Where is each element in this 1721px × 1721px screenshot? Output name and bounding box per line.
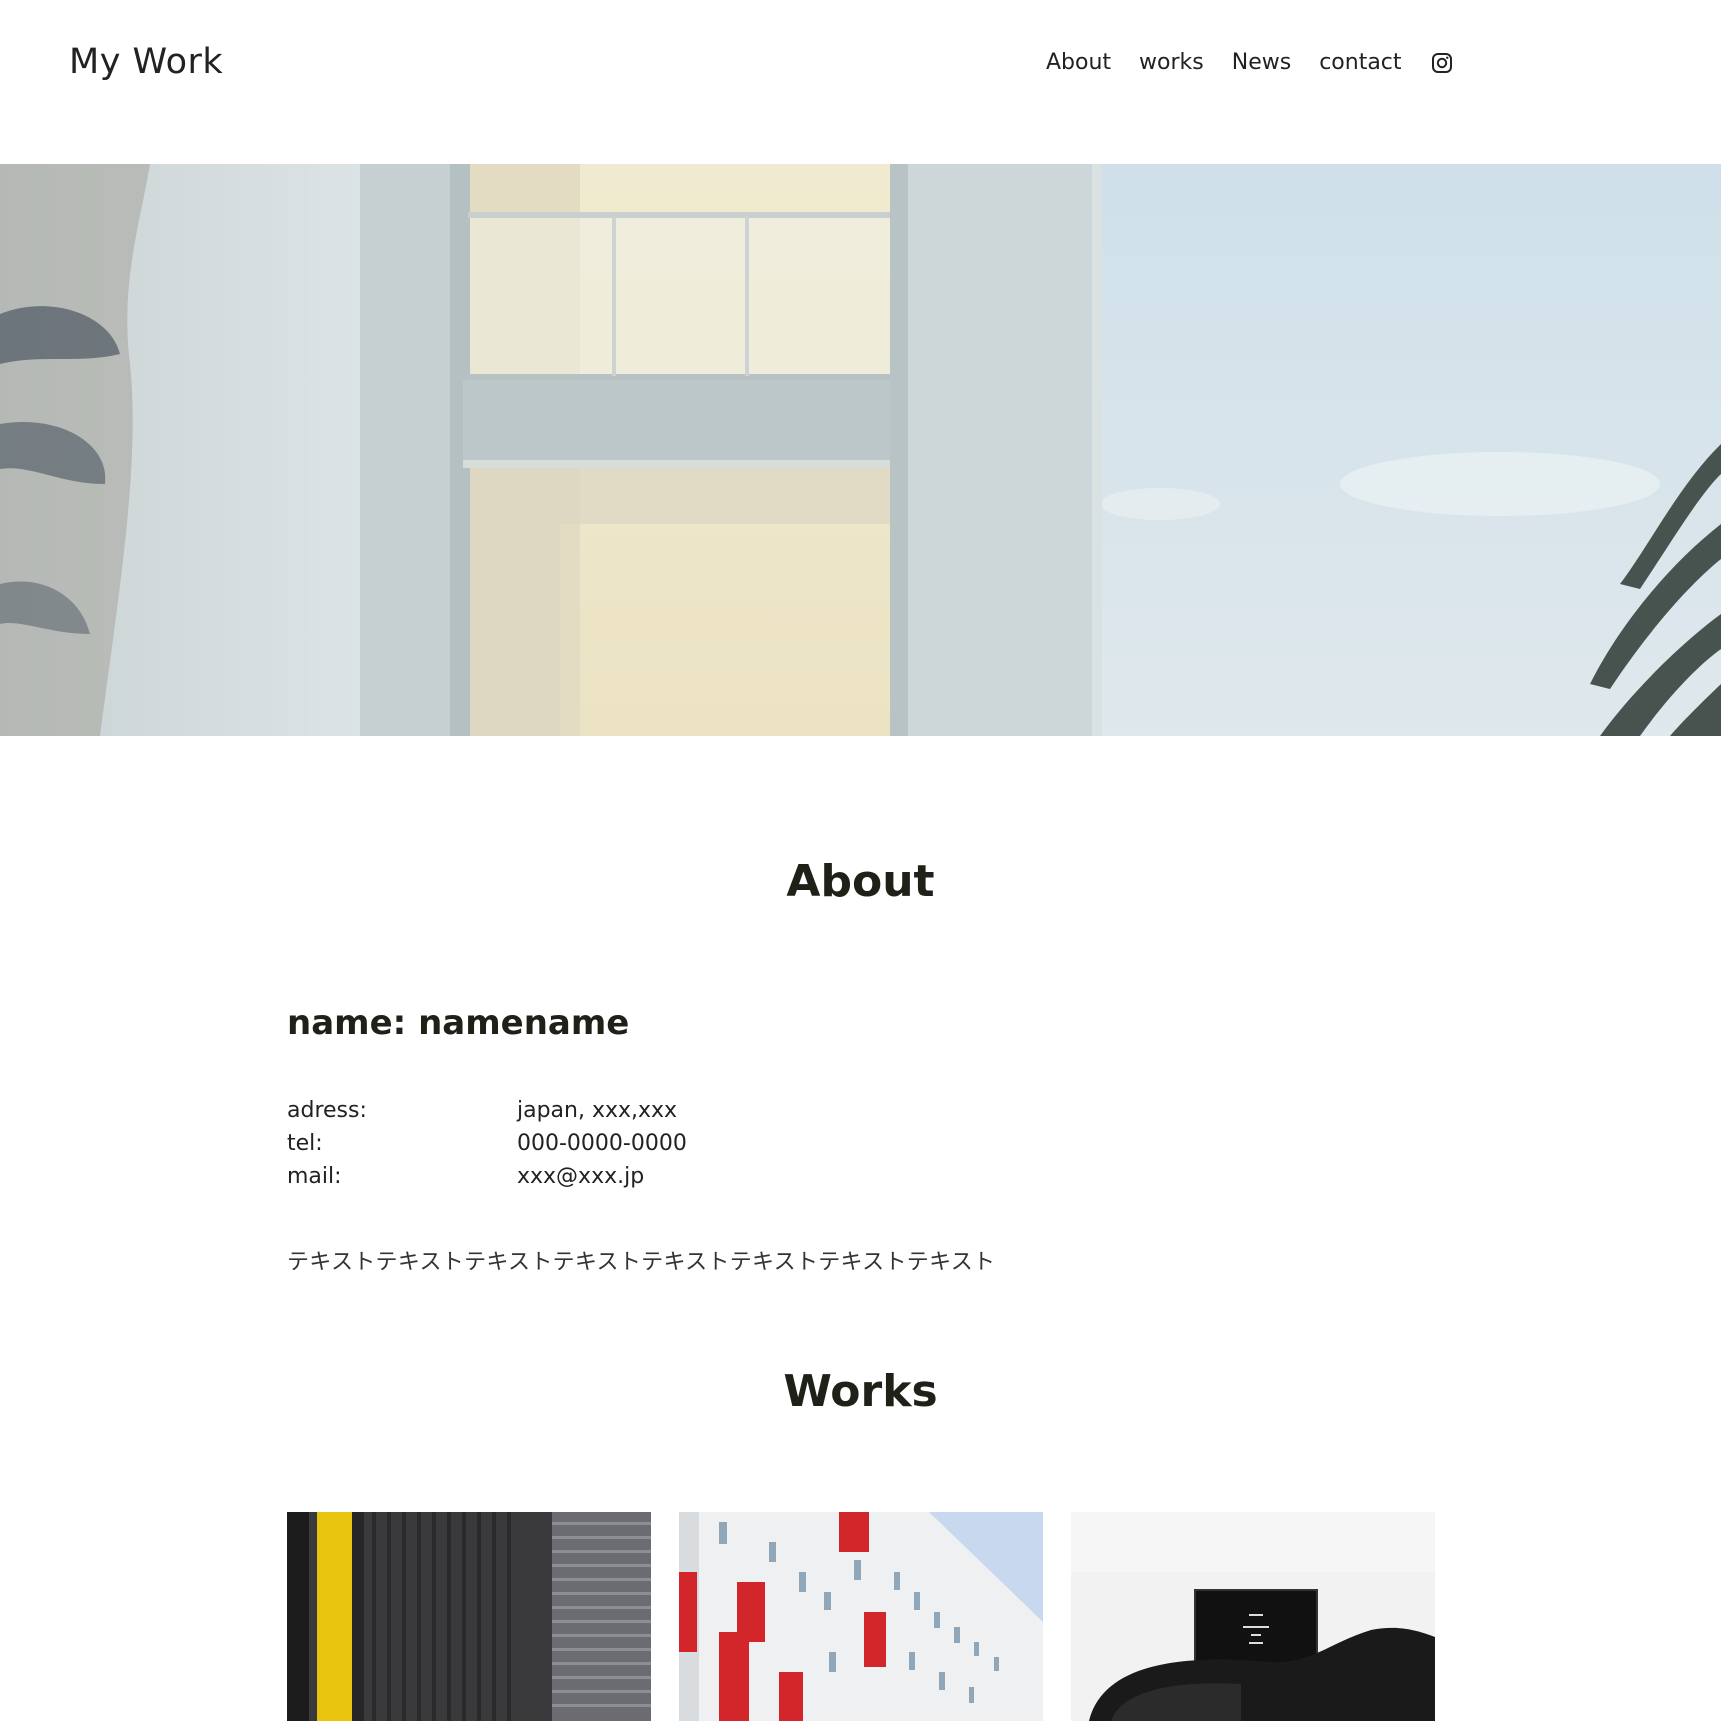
main-nav: About works News contact — [1046, 50, 1453, 75]
mail-value: xxx@xxx.jp — [517, 1164, 645, 1189]
work-card-2[interactable] — [679, 1512, 1043, 1721]
nav-news[interactable]: News — [1232, 50, 1291, 75]
tel-value: 000-0000-0000 — [517, 1131, 687, 1156]
site-header: My Work About works News contact — [0, 0, 1721, 164]
mail-row: mail: xxx@xxx.jp — [287, 1160, 687, 1193]
mail-label: mail: — [287, 1164, 342, 1189]
tel-row: tel: 000-0000-0000 — [287, 1127, 687, 1160]
works-heading: Works — [783, 1366, 938, 1417]
profile-info: adress: japan, xxx,xxx tel: 000-0000-000… — [287, 1094, 687, 1193]
tel-label: tel: — [287, 1131, 323, 1156]
address-label: adress: — [287, 1098, 367, 1123]
profile-name: name: namename — [287, 1003, 630, 1043]
works-grid — [287, 1512, 1435, 1721]
site-logo[interactable]: My Work — [69, 42, 223, 82]
nav-works[interactable]: works — [1139, 50, 1204, 75]
nav-about[interactable]: About — [1046, 50, 1111, 75]
nav-contact[interactable]: contact — [1319, 50, 1401, 75]
hero-image — [0, 164, 1721, 736]
address-row: adress: japan, xxx,xxx — [287, 1094, 687, 1127]
instagram-icon[interactable] — [1431, 52, 1453, 74]
profile-bio: テキストテキストテキストテキストテキストテキストテキストテキスト — [287, 1250, 996, 1275]
work-card-1[interactable] — [287, 1512, 651, 1721]
about-heading: About — [786, 856, 935, 907]
work-card-3[interactable] — [1071, 1512, 1435, 1721]
address-value: japan, xxx,xxx — [517, 1098, 678, 1123]
